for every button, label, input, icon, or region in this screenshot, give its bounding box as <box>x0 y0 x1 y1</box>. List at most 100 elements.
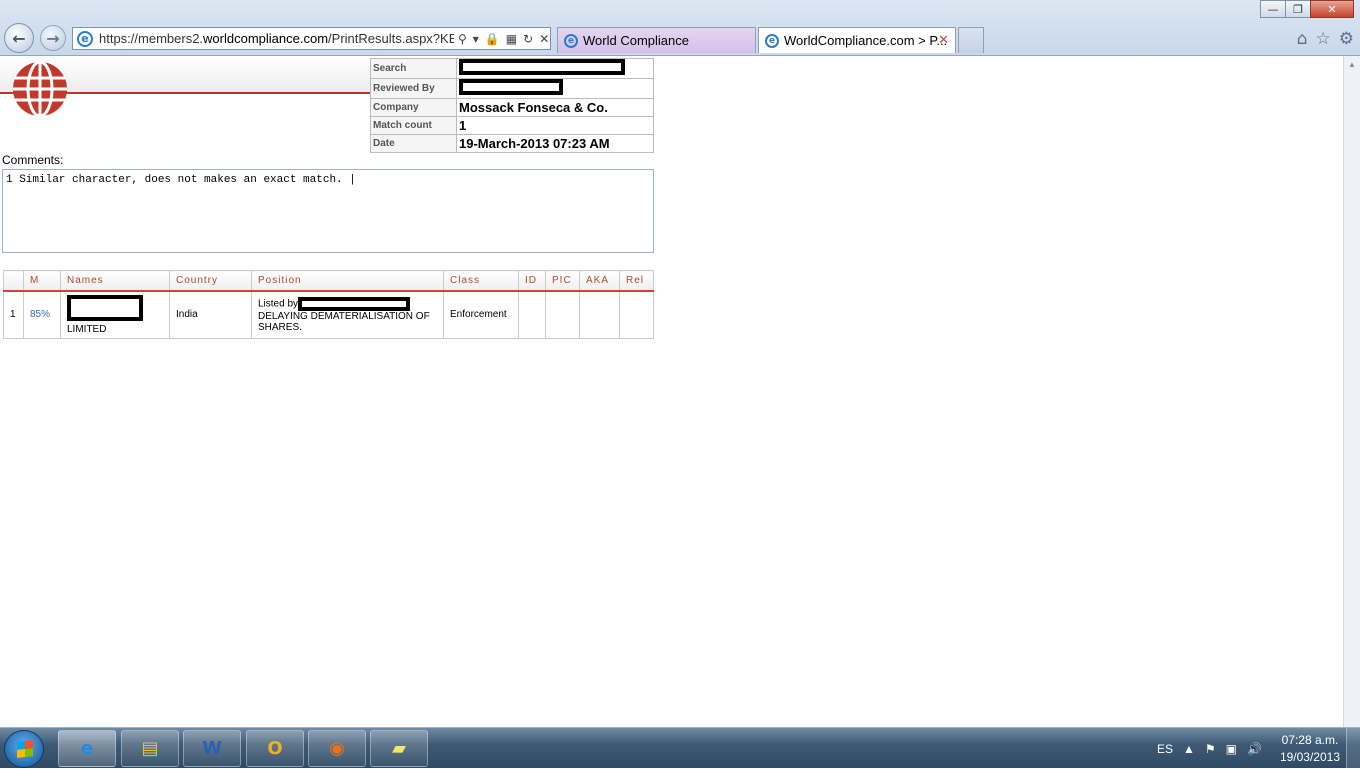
address-bar[interactable]: e https://members2.worldcompliance.com/P… <box>72 27 551 50</box>
scroll-up-icon[interactable]: ▲ <box>1344 56 1360 73</box>
info-value <box>456 58 654 79</box>
column-header-pic: PIC <box>545 270 580 292</box>
address-bar-icons: ⚲ ▾ 🔒 ▦ ↻ ✕ <box>458 32 549 46</box>
windows-logo-icon <box>17 740 33 758</box>
clock-date: 19/03/2013 <box>1279 749 1340 764</box>
clock[interactable]: 07:28 a.m. 19/03/2013 <box>1280 732 1340 766</box>
close-window-button[interactable]: ✕ <box>1310 0 1354 18</box>
position-line: Listed by <box>258 296 437 311</box>
column-header-aka: AKA <box>579 270 620 292</box>
position-prefix: Listed by <box>258 298 299 310</box>
taskbar-flame-app-icon[interactable]: ◉ <box>308 730 366 767</box>
vertical-scrollbar[interactable]: ▲ <box>1343 56 1360 727</box>
aka-cell <box>579 290 620 339</box>
windows-taskbar: e ▤ W O ◉ ▰ ES ▲ ⚑ ▣ 🔊 07:28 a.m. 19/03/… <box>0 727 1360 769</box>
column-header-match: M <box>23 270 61 292</box>
back-button[interactable]: ← <box>4 23 34 53</box>
refresh-icon[interactable]: ↻ <box>523 32 533 46</box>
ie-page-icon: e <box>77 30 93 47</box>
redaction-box <box>67 294 143 321</box>
page-content: Search Reviewed By Company Mossack Fonse… <box>0 56 1343 727</box>
match-percent-link[interactable]: 85% <box>23 290 61 339</box>
redaction-box <box>298 296 411 311</box>
tab-world-compliance[interactable]: e World Compliance <box>557 27 756 53</box>
show-desktop-button[interactable] <box>1346 728 1360 769</box>
class-cell: Enforcement <box>443 290 519 339</box>
rel-cell <box>619 290 654 339</box>
results-table: M Names Country Position Class ID PIC AK… <box>3 270 654 339</box>
tab-label: WorldCompliance.com > P... <box>784 33 948 48</box>
name-text: LIMITED <box>67 323 107 335</box>
browser-chrome: — ❐ ✕ ← → e https://members2.worldcompli… <box>0 0 1360 56</box>
browser-toolbar-icons: ⌂ ☆ ⚙ <box>1297 29 1354 49</box>
position-text: DELAYING DEMATERIALISATION OF SHARES. <box>258 310 430 333</box>
search-icon[interactable]: ⚲ <box>458 32 467 46</box>
network-icon[interactable]: ▣ <box>1226 742 1237 756</box>
new-tab-button[interactable] <box>958 27 984 53</box>
column-header-names: Names <box>60 270 170 292</box>
row-index: 1 <box>3 290 24 339</box>
language-indicator[interactable]: ES <box>1157 742 1173 756</box>
redaction-box <box>459 79 563 95</box>
redaction-box <box>459 59 625 75</box>
column-header-class: Class <box>443 270 519 292</box>
info-label: Match count <box>370 116 457 135</box>
taskbar-internet-explorer-icon[interactable]: e <box>58 730 116 767</box>
info-label: Reviewed By <box>370 78 457 99</box>
stop-icon[interactable]: ✕ <box>539 32 549 46</box>
minimize-button[interactable]: — <box>1260 0 1286 18</box>
name-cell: LIMITED <box>60 290 170 339</box>
info-label: Search <box>370 58 457 79</box>
taskbar-word-icon[interactable]: W <box>183 730 241 767</box>
world-compliance-logo-icon <box>13 60 67 118</box>
pic-cell <box>545 290 580 339</box>
id-cell <box>518 290 546 339</box>
column-header-position: Position <box>251 270 444 292</box>
comments-textarea[interactable]: 1 Similar character, does not makes an e… <box>2 169 654 253</box>
volume-icon[interactable]: 🔊 <box>1247 742 1262 756</box>
forward-button[interactable]: → <box>40 25 66 51</box>
info-row-match-count: Match count 1 <box>370 116 654 135</box>
restore-button[interactable]: ❐ <box>1285 0 1311 18</box>
ie-tab-icon: e <box>564 33 578 48</box>
show-hidden-icons-icon[interactable]: ▲ <box>1183 742 1195 756</box>
compatibility-icon[interactable]: ▦ <box>506 32 517 46</box>
tab-worldcompliance-print[interactable]: e WorldCompliance.com > P... ✕ <box>758 27 956 53</box>
dropdown-arrow-icon[interactable]: ▾ <box>473 32 479 46</box>
info-value <box>456 78 654 99</box>
column-header-rel: Rel <box>619 270 654 292</box>
taskbar-outlook-icon[interactable]: O <box>246 730 304 767</box>
window-controls: — ❐ ✕ <box>1260 0 1354 18</box>
tab-label: World Compliance <box>583 33 689 48</box>
lock-icon[interactable]: 🔒 <box>485 32 500 46</box>
country-cell: India <box>169 290 252 339</box>
favorites-star-icon[interactable]: ☆ <box>1316 29 1331 49</box>
info-value: Mossack Fonseca & Co. <box>456 98 654 117</box>
position-cell: Listed by DELAYING DEMATERIALISATION OF … <box>251 290 444 339</box>
info-value: 19-March-2013 07:23 AM <box>456 134 654 153</box>
taskbar-file-explorer-icon[interactable]: ▤ <box>121 730 179 767</box>
info-label: Company <box>370 98 457 117</box>
start-button[interactable] <box>4 730 44 768</box>
system-tray: ES ▲ ⚑ ▣ 🔊 07:28 a.m. 19/03/2013 <box>1157 728 1340 769</box>
report-info-table: Search Reviewed By Company Mossack Fonse… <box>370 58 654 153</box>
clock-time: 07:28 a.m. <box>1281 732 1339 747</box>
column-header-country: Country <box>169 270 252 292</box>
url-text[interactable]: https://members2.worldcompliance.com/Pri… <box>99 31 454 46</box>
info-value: 1 <box>456 116 654 135</box>
taskbar-sticky-notes-icon[interactable]: ▰ <box>370 730 428 767</box>
column-header-id: ID <box>518 270 546 292</box>
gear-icon[interactable]: ⚙ <box>1339 29 1354 49</box>
info-row-company: Company Mossack Fonseca & Co. <box>370 98 654 117</box>
home-icon[interactable]: ⌂ <box>1297 29 1308 49</box>
action-center-flag-icon[interactable]: ⚑ <box>1205 742 1216 756</box>
info-row-search: Search <box>370 58 654 79</box>
results-header-row: M Names Country Position Class ID PIC AK… <box>3 270 654 292</box>
info-label: Date <box>370 134 457 153</box>
column-header-index <box>3 270 24 292</box>
comments-label: Comments: <box>2 153 64 167</box>
ie-tab-icon: e <box>765 33 779 48</box>
info-row-reviewed-by: Reviewed By <box>370 78 654 99</box>
close-tab-icon[interactable]: ✕ <box>938 33 949 48</box>
info-row-date: Date 19-March-2013 07:23 AM <box>370 134 654 153</box>
